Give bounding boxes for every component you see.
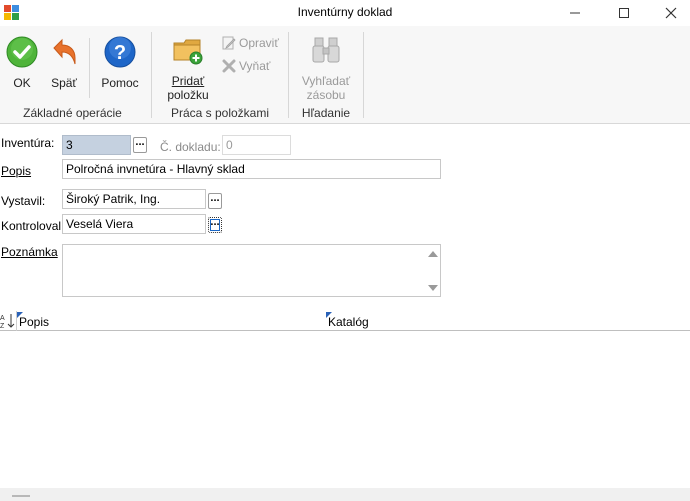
kontroloval-field[interactable]: Veselá Viera: [62, 214, 206, 234]
sort-az-icon[interactable]: A Z: [0, 313, 16, 329]
add-item-label-line2: položku: [167, 88, 209, 102]
ribbon-separator: [89, 38, 90, 98]
svg-text:Z: Z: [0, 323, 5, 329]
group-separator: [363, 32, 364, 118]
search-stock-label-line1: Vyhľadať: [301, 74, 351, 88]
group-separator: [151, 32, 152, 118]
ok-label: OK: [13, 76, 31, 90]
close-icon: [665, 7, 677, 19]
title-bar: Inventúrny doklad: [0, 0, 690, 26]
svg-text:A: A: [0, 315, 5, 322]
back-button[interactable]: Späť: [46, 36, 82, 90]
items-grid-header: A Z Popis Katalóg: [0, 311, 690, 331]
items-grid-body[interactable]: [0, 332, 690, 488]
column-header-popis[interactable]: Popis: [19, 315, 49, 329]
help-label: Pomoc: [101, 76, 139, 90]
group-separator: [288, 32, 289, 118]
status-indicator: [12, 495, 30, 497]
inventura-lookup-button[interactable]: ...: [133, 137, 147, 153]
edit-pencil-icon: [222, 36, 236, 50]
group-label-items: Práca s položkami: [170, 106, 270, 120]
status-bar: [0, 488, 690, 501]
edit-button[interactable]: Opraviť: [222, 36, 279, 50]
minimize-button[interactable]: [552, 0, 598, 26]
edit-label: Opraviť: [239, 36, 279, 50]
minimize-icon: [570, 12, 580, 14]
search-stock-label-line2: zásobu: [306, 88, 346, 102]
kontroloval-lookup-button[interactable]: ...: [208, 217, 222, 233]
doc-number-label: Č. dokladu:: [160, 140, 221, 154]
checkmark-icon: [6, 36, 38, 68]
close-button[interactable]: [648, 0, 690, 26]
group-label-basic: Základné operácie: [23, 106, 122, 120]
group-label-search: Hľadanie: [301, 106, 351, 120]
scroll-up-arrow-icon[interactable]: [428, 251, 438, 257]
help-question-icon: ?: [104, 36, 136, 68]
popis-field[interactable]: Polročná invnetúra - Hlavný sklad: [62, 159, 441, 179]
inventura-field[interactable]: 3: [62, 135, 131, 155]
poznamka-label: Poznámka: [1, 245, 58, 259]
column-header-katalog[interactable]: Katalóg: [328, 315, 369, 329]
help-button[interactable]: ? Pomoc: [98, 36, 142, 90]
binoculars-icon: [312, 37, 340, 63]
add-item-button[interactable]: Pridať položku: [160, 34, 216, 102]
maximize-button[interactable]: [601, 0, 647, 26]
vystavil-field[interactable]: Široký Patrik, Ing.: [62, 189, 206, 209]
scroll-down-arrow-icon[interactable]: [428, 285, 438, 291]
maximize-icon: [619, 8, 629, 18]
folder-add-icon: [173, 39, 203, 65]
inventura-label: Inventúra:: [1, 136, 55, 150]
undo-arrow-icon: [53, 38, 76, 65]
ribbon-toolbar: OK Späť ? Pomoc Základné operácie Pridať…: [0, 26, 690, 124]
popis-label: Popis: [1, 164, 32, 178]
add-item-label-line1: Pridať: [171, 74, 205, 88]
vystavil-lookup-button[interactable]: ...: [208, 193, 222, 209]
remove-label: Vyňať: [239, 59, 271, 73]
remove-button[interactable]: Vyňať: [222, 59, 270, 73]
back-label: Späť: [51, 76, 77, 90]
doc-number-field[interactable]: 0: [222, 135, 291, 155]
kontroloval-label: Kontroloval:: [1, 219, 65, 233]
search-stock-button[interactable]: Vyhľadať zásobu: [298, 34, 354, 102]
poznamka-textarea[interactable]: [62, 244, 441, 297]
vystavil-label: Vystavil:: [1, 194, 46, 208]
svg-text:?: ?: [114, 42, 126, 64]
ok-button[interactable]: OK: [4, 36, 40, 90]
delete-x-icon: [222, 59, 236, 73]
